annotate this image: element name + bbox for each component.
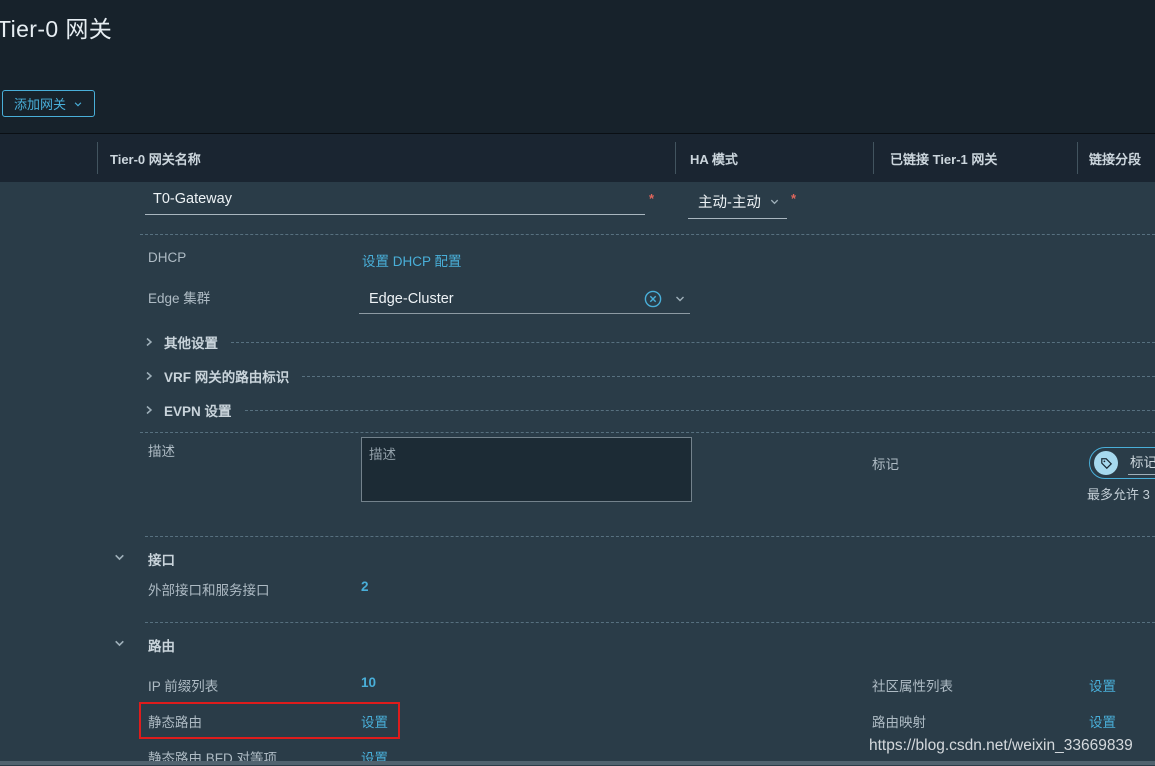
ha-mode-value: 主动-主动 xyxy=(698,195,761,211)
dhcp-label: DHCP xyxy=(148,250,187,265)
chevron-right-icon xyxy=(143,404,155,416)
external-interfaces-label: 外部接口和服务接口 xyxy=(148,583,270,598)
watermark-text: https://blog.csdn.net/weixin_33669839 xyxy=(869,737,1133,754)
chevron-down-icon xyxy=(769,196,780,207)
column-header-linked-segments: 链接分段 xyxy=(1089,151,1142,167)
add-gateway-button[interactable]: 添加网关 xyxy=(2,90,96,117)
dhcp-config-link[interactable]: 设置 DHCP 配置 xyxy=(362,250,462,270)
section-toggle-other-settings[interactable]: 其他设置 xyxy=(143,332,1155,352)
community-lists-label: 社区属性列表 xyxy=(872,679,953,694)
row-separator xyxy=(140,234,1155,235)
interfaces-section-toggle[interactable] xyxy=(113,551,126,564)
chevron-right-icon xyxy=(143,370,155,382)
edge-cluster-label: Edge 集群 xyxy=(148,291,211,306)
tier0-gateway-page: Tier-0 网关 添加网关 Tier-0 网关名称 HA 模式 已链接 Tie… xyxy=(0,0,1155,766)
edge-cluster-combobox[interactable]: Edge-Cluster xyxy=(359,284,690,314)
routing-section-title: 路由 xyxy=(148,639,175,654)
section-title-evpn: EVPN 设置 xyxy=(164,404,232,419)
section-dash xyxy=(244,409,1155,411)
row-separator xyxy=(140,432,1155,433)
tags-label: 标记 xyxy=(872,457,899,472)
chevron-right-icon xyxy=(143,336,155,348)
grid-header-row: Tier-0 网关名称 HA 模式 已链接 Tier-1 网关 链接分段 xyxy=(0,133,1155,182)
ha-mode-select[interactable]: 主动-主动 xyxy=(688,191,787,219)
static-routes-set-link[interactable]: 设置 xyxy=(361,711,388,731)
tag-icon xyxy=(1094,451,1118,475)
edge-cluster-value: Edge-Cluster xyxy=(369,290,454,307)
ip-prefix-list-count-link[interactable]: 10 xyxy=(361,675,376,690)
tags-hint: 最多允许 3 xyxy=(1087,487,1150,502)
section-dash xyxy=(231,341,1155,343)
column-header-ha-mode: HA 模式 xyxy=(690,151,738,167)
chevron-down-icon[interactable] xyxy=(674,293,686,305)
community-lists-set-link[interactable]: 设置 xyxy=(1089,675,1116,695)
page-title: Tier-0 网关 xyxy=(0,16,113,42)
page-header: Tier-0 网关 添加网关 xyxy=(0,0,1155,133)
clear-selection-icon[interactable] xyxy=(644,290,662,308)
header-divider xyxy=(1077,142,1078,174)
gateway-name-input[interactable] xyxy=(145,191,645,215)
tag-input-pill[interactable]: 标记 xyxy=(1089,447,1155,479)
route-maps-set-link[interactable]: 设置 xyxy=(1089,711,1116,731)
section-toggle-vrf[interactable]: VRF 网关的路由标识 xyxy=(143,366,1155,386)
section-toggle-evpn[interactable]: EVPN 设置 xyxy=(143,400,1155,420)
routing-section-toggle[interactable] xyxy=(113,637,126,650)
section-dash xyxy=(302,375,1155,377)
required-asterisk: * xyxy=(791,191,797,206)
section-title-other-settings: 其他设置 xyxy=(164,336,218,351)
column-header-linked-tier1: 已链接 Tier-1 网关 xyxy=(890,151,998,167)
external-interfaces-count-link[interactable]: 2 xyxy=(361,579,369,594)
route-maps-label: 路由映射 xyxy=(872,715,926,730)
add-gateway-label: 添加网关 xyxy=(14,97,67,112)
description-label: 描述 xyxy=(148,444,175,459)
required-asterisk: * xyxy=(649,191,655,206)
interfaces-section-title: 接口 xyxy=(148,553,175,568)
tag-input-placeholder: 标记 xyxy=(1128,451,1155,475)
header-divider xyxy=(97,142,98,174)
header-divider xyxy=(873,142,874,174)
header-divider xyxy=(675,142,676,174)
ip-prefix-list-label: IP 前缀列表 xyxy=(148,679,219,694)
horizontal-scrollbar[interactable] xyxy=(0,761,1155,765)
column-header-name: Tier-0 网关名称 xyxy=(110,151,201,167)
row-separator xyxy=(145,536,1155,537)
row-separator xyxy=(145,622,1155,623)
chevron-down-icon xyxy=(73,99,83,109)
description-textarea[interactable] xyxy=(361,437,692,502)
section-title-vrf: VRF 网关的路由标识 xyxy=(164,370,290,385)
static-routes-label: 静态路由 xyxy=(148,715,202,730)
